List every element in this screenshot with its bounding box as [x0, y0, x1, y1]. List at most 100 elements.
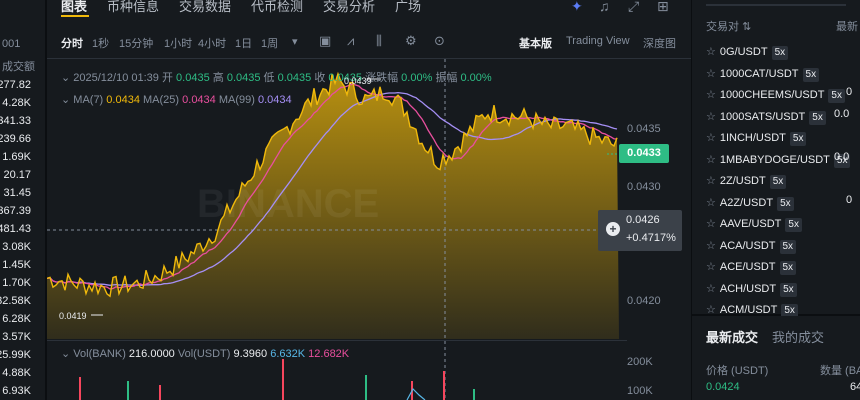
timeframe-1w[interactable]: 1周 — [261, 35, 278, 51]
last-price-badge: 0.0433 — [619, 144, 669, 163]
star-icon[interactable]: ☆ — [706, 154, 716, 166]
price-tick: 0.0420 — [627, 295, 661, 307]
chevron-icon[interactable]: ⌄ — [61, 94, 73, 106]
high-label: 高 — [212, 72, 224, 84]
chevron-down-icon[interactable]: ▾ — [292, 35, 298, 48]
pair-name: AAVE/USDT — [719, 218, 782, 230]
tab-my-trades[interactable]: 我的成交 — [772, 327, 824, 346]
tab-square[interactable]: 广场 — [395, 0, 421, 15]
leverage-badge: 5x — [780, 282, 797, 297]
timeframe-1s[interactable]: 1秒 — [92, 35, 109, 51]
tab-token-check[interactable]: 代币检测 — [251, 0, 303, 15]
ma99-label: MA(99) — [218, 94, 255, 106]
sort-icon[interactable]: ⇅ — [742, 21, 751, 33]
star-icon[interactable]: ☆ — [706, 197, 716, 209]
star-icon[interactable]: ☆ — [706, 218, 716, 230]
timeframe-line[interactable]: 分时 — [61, 35, 83, 51]
tab-trade-analysis[interactable]: 交易分析 — [323, 0, 375, 15]
view-depth[interactable]: 深度图 — [643, 35, 676, 51]
tab-chart[interactable]: 图表 — [61, 0, 87, 15]
price-chart[interactable]: BINANCE ⌄ 2025/12/10 01:39 开 0.0435 高 0.… — [47, 59, 691, 400]
star-icon[interactable]: ☆ — [706, 46, 716, 58]
low-value: 0.0435 — [277, 72, 312, 84]
leverage-badge: 5x — [802, 67, 820, 82]
order-book-value: 239.66 — [0, 133, 31, 145]
order-book-header: 001 — [2, 38, 21, 50]
pair-row[interactable]: ☆ 0G/USDT 5x — [706, 42, 860, 62]
pair-name: 0G/USDT — [719, 46, 768, 58]
grid-icon[interactable]: ⊞ — [657, 0, 669, 15]
star-icon[interactable]: ☆ — [706, 283, 716, 295]
volume-bar — [79, 377, 81, 400]
pair-column-label: 交易对 — [706, 21, 739, 33]
tab-latest-trades[interactable]: 最新成交 — [706, 327, 758, 346]
order-book-value: 341.33 — [0, 115, 31, 127]
star-icon[interactable]: ☆ — [706, 68, 716, 80]
tab-coin-info[interactable]: 币种信息 — [107, 0, 159, 15]
leverage-badge: 5x — [771, 46, 789, 60]
timeframe-1h[interactable]: 1小时 — [164, 35, 192, 51]
hexagon-icon[interactable]: ⊙ — [434, 33, 445, 49]
pair-name: 1000CAT/USDT — [719, 67, 799, 80]
pair-row[interactable]: ☆ ACA/USDT 5x — [706, 236, 860, 256]
pair-row[interactable]: ☆ 1INCH/USDT 5x — [706, 128, 860, 148]
timeframe-4h[interactable]: 4小时 — [198, 35, 226, 51]
star-icon[interactable]: ☆ — [706, 175, 716, 187]
order-book-value: 6.93K — [2, 385, 31, 397]
crosshair-percent: +0.4717% — [626, 232, 676, 244]
add-alert-icon[interactable]: + — [606, 222, 620, 236]
pair-row[interactable]: ☆ AAVE/USDT 5x — [706, 214, 860, 234]
trade-qty: 64 — [850, 381, 860, 393]
view-tradingview[interactable]: Trading View — [566, 35, 630, 47]
right-sidebar: 交易对 ⇅ 最新 ☆ 0G/USDT 5x ☆ 1000CAT/USDT 5x ☆ 1000C… — [692, 0, 860, 400]
crosshair-price-box[interactable]: + 0.0426 +0.4717% — [598, 210, 682, 251]
change-value: 0.00% — [401, 72, 433, 84]
magic-icon[interactable]: ✦ — [571, 0, 583, 15]
settings-icon[interactable]: ⚙ — [405, 33, 417, 49]
star-icon[interactable]: ☆ — [706, 89, 716, 101]
ma7-label: MA(7) — [73, 94, 104, 106]
expand-icon[interactable]: ⤢ — [628, 0, 639, 15]
order-book-value: 3.57K — [2, 331, 31, 343]
star-icon[interactable]: ☆ — [706, 240, 716, 252]
candle-type-icon[interactable]: ⫼ — [376, 33, 382, 49]
leverage-badge: 5x — [769, 175, 787, 189]
pair-name: ACE/USDT — [719, 261, 776, 273]
view-basic[interactable]: 基本版 — [519, 35, 552, 51]
timeframe-1d[interactable]: 1日 — [235, 35, 252, 51]
pair-row[interactable]: ☆ 1000SATS/USDT 5x 0.0 — [706, 107, 860, 127]
pair-row[interactable]: ☆ 1000CAT/USDT 5x — [706, 64, 860, 84]
calendar-icon[interactable]: ▣ — [319, 33, 331, 49]
star-icon[interactable]: ☆ — [706, 261, 716, 273]
volume-tick: 100K — [627, 385, 653, 397]
pair-row[interactable]: ☆ A2Z/USDT 5x 0 — [706, 193, 860, 213]
pair-row[interactable]: ☆ ACE/USDT 5x — [706, 257, 860, 277]
chevron-icon[interactable]: ⌄ — [61, 348, 73, 360]
tab-trading-data[interactable]: 交易数据 — [179, 0, 231, 15]
star-icon[interactable]: ☆ — [706, 111, 716, 123]
order-book-value: 32.58K — [0, 295, 31, 307]
timeframe-15m[interactable]: 15分钟 — [119, 35, 153, 51]
pair-row[interactable]: ☆ ACH/USDT 5x — [706, 279, 860, 299]
star-icon[interactable]: ☆ — [706, 304, 716, 316]
bell-icon[interactable]: ♫ — [599, 0, 610, 14]
indicator-icon[interactable]: ⩘ — [347, 33, 354, 49]
chevron-icon[interactable]: ⌄ — [61, 72, 73, 84]
pair-row[interactable]: ☆ 1MBABYDOGE/USDT 5x 0.0 — [706, 150, 860, 170]
last-price-column-header[interactable]: 最新 — [836, 18, 858, 34]
pair-row[interactable]: ☆ 2Z/USDT 5x — [706, 171, 860, 191]
order-book-value: 1.45K — [2, 259, 31, 271]
pair-name: 1INCH/USDT — [719, 132, 786, 144]
pair-row[interactable]: ☆ 1000CHEEMS/USDT 5x 0 — [706, 85, 860, 105]
active-tab-indicator — [61, 15, 89, 17]
trade-qty-header: 数量 (BA — [820, 365, 860, 377]
amplitude-label: 振幅 — [435, 72, 458, 84]
pair-name: 1000SATS/USDT — [719, 110, 806, 123]
order-book-value: 25.99K — [0, 349, 31, 361]
star-icon[interactable]: ☆ — [706, 132, 716, 144]
pairs-column-header[interactable]: 交易对 ⇅ — [706, 18, 751, 34]
vol-bank-value: 216.0000 — [128, 348, 175, 360]
pair-name: ACH/USDT — [719, 282, 777, 295]
open-value: 0.0435 — [176, 72, 210, 84]
pair-name: A2Z/USDT — [719, 196, 774, 209]
